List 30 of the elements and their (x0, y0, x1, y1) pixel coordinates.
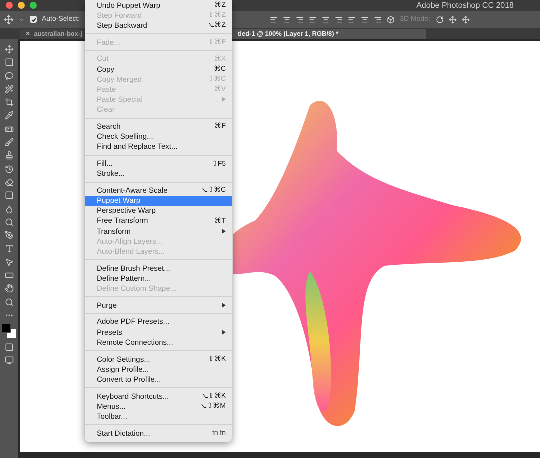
zoom-icon[interactable] (4, 298, 14, 307)
magic-wand-icon[interactable] (4, 84, 14, 94)
lasso-icon[interactable] (4, 72, 14, 81)
eyedropper-icon[interactable] (4, 111, 14, 120)
screen-mode-icon[interactable] (4, 356, 14, 365)
caret-icon[interactable] (19, 16, 25, 22)
slide-icon[interactable] (462, 16, 470, 24)
drop-icon[interactable] (4, 204, 14, 214)
move-icon[interactable] (4, 45, 14, 54)
crop-icon[interactable] (4, 98, 14, 108)
stamp-icon[interactable] (4, 151, 14, 160)
color-swatches-icon[interactable] (2, 324, 16, 338)
rectangle-icon[interactable] (4, 271, 14, 280)
eraser-icon[interactable] (4, 178, 14, 187)
rotate-icon[interactable] (436, 16, 444, 24)
minimize-window-button[interactable] (18, 2, 25, 9)
history-brush-icon[interactable] (4, 164, 14, 174)
brush-icon[interactable] (4, 138, 14, 148)
auto-select-checkbox[interactable] (30, 16, 37, 23)
hand-icon[interactable] (4, 284, 14, 294)
close-window-button[interactable] (6, 2, 13, 9)
pan-icon[interactable] (448, 16, 456, 24)
bandage-icon[interactable] (4, 124, 14, 134)
pen-icon[interactable] (4, 231, 14, 240)
move-icon[interactable] (4, 14, 14, 24)
marquee-icon[interactable] (4, 58, 14, 68)
pointer-icon[interactable] (4, 258, 14, 267)
zoom-window-button[interactable] (30, 2, 37, 9)
type-icon[interactable] (4, 244, 14, 254)
window-title: Adobe Photoshop CC 2018 (416, 1, 514, 10)
